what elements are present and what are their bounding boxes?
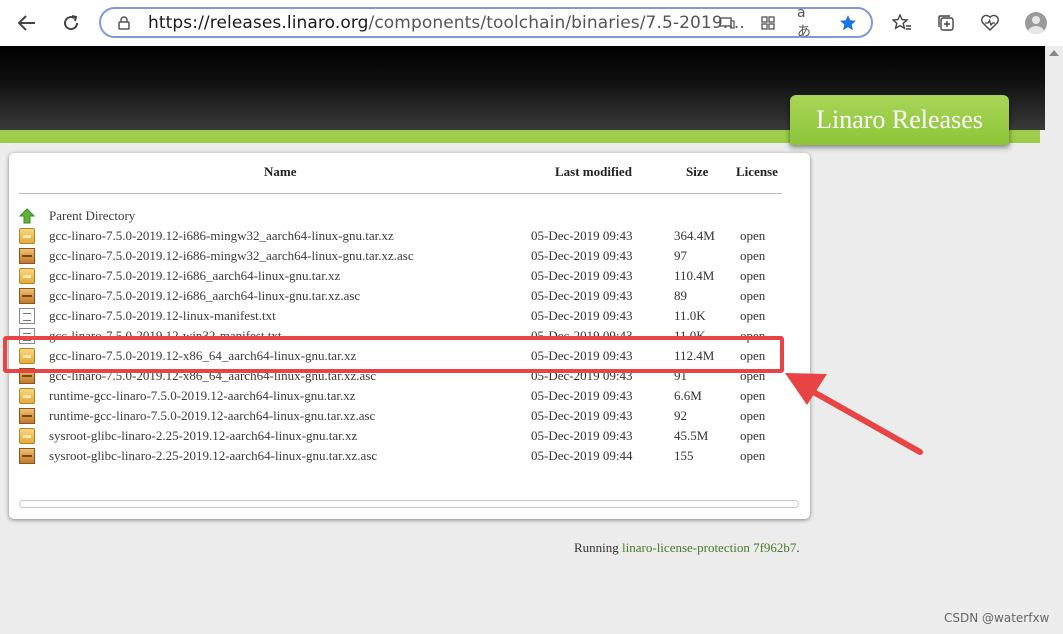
file-size: 45.5M: [674, 428, 709, 443]
file-license: open: [740, 248, 766, 263]
file-license: open: [740, 268, 766, 283]
url-host: https://releases.linaro.org: [148, 13, 369, 33]
highlight-box: [3, 336, 784, 373]
column-header-last-modified[interactable]: Last modified: [555, 164, 632, 180]
url-path: /components/toolchain/binaries/7.5-2019.…: [368, 13, 745, 33]
file-size: 110.4M: [674, 268, 715, 283]
package-icon: [19, 388, 35, 404]
parent-directory-row[interactable]: Parent Directory: [9, 206, 809, 226]
file-name-link[interactable]: gcc-linaro-7.5.0-2019.12-i686-mingw32_aa…: [49, 248, 414, 264]
file-last-modified: 05-Dec-2019 09:43: [531, 248, 633, 263]
file-last-modified: 05-Dec-2019 09:43: [531, 408, 633, 423]
footer-running-text: Running linaro-license-protection 7f962b…: [574, 540, 800, 556]
file-name-link[interactable]: sysroot-glibc-linaro-2.25-2019.12-aarch6…: [49, 428, 357, 444]
file-name-link[interactable]: gcc-linaro-7.5.0-2019.12-i686_aarch64-li…: [49, 268, 340, 284]
file-name-link[interactable]: sysroot-glibc-linaro-2.25-2019.12-aarch6…: [49, 448, 377, 464]
collections-icon[interactable]: [931, 8, 961, 38]
signature-file-icon: [19, 408, 35, 424]
file-last-modified: 05-Dec-2019 09:43: [531, 268, 633, 283]
file-size: 364.4M: [674, 228, 715, 243]
file-name-link[interactable]: runtime-gcc-linaro-7.5.0-2019.12-aarch64…: [49, 408, 375, 424]
text-file-icon: [19, 308, 35, 324]
file-size: 6.6M: [674, 388, 702, 403]
parent-directory-link[interactable]: Parent Directory: [49, 208, 135, 224]
file-license: open: [740, 448, 766, 463]
table-row[interactable]: runtime-gcc-linaro-7.5.0-2019.12-aarch64…: [9, 406, 809, 426]
file-license: open: [740, 428, 766, 443]
column-header-size[interactable]: Size: [686, 164, 708, 180]
apps-grid-icon[interactable]: [757, 12, 779, 34]
file-last-modified: 05-Dec-2019 09:43: [531, 228, 633, 243]
address-bar[interactable]: https://releases.linaro.org/components/t…: [99, 5, 873, 40]
signature-file-icon: [19, 288, 35, 304]
file-name-link[interactable]: gcc-linaro-7.5.0-2019.12-i686_aarch64-li…: [49, 288, 360, 304]
annotation-arrow: [785, 373, 923, 455]
file-last-modified: 05-Dec-2019 09:44: [531, 448, 633, 463]
table-row[interactable]: gcc-linaro-7.5.0-2019.12-i686_aarch64-li…: [9, 266, 809, 286]
device-icon[interactable]: [716, 12, 738, 34]
file-last-modified: 05-Dec-2019 09:43: [531, 308, 633, 323]
header-divider: [19, 193, 782, 194]
file-name-link[interactable]: gcc-linaro-7.5.0-2019.12-linux-manifest.…: [49, 308, 276, 324]
table-row[interactable]: gcc-linaro-7.5.0-2019.12-i686-mingw32_aa…: [9, 226, 809, 246]
file-name-link[interactable]: runtime-gcc-linaro-7.5.0-2019.12-aarch64…: [49, 388, 355, 404]
table-row[interactable]: gcc-linaro-7.5.0-2019.12-linux-manifest.…: [9, 306, 809, 326]
table-row[interactable]: sysroot-glibc-linaro-2.25-2019.12-aarch6…: [9, 446, 809, 466]
package-icon: [19, 428, 35, 444]
package-icon: [19, 268, 35, 284]
file-license: open: [740, 388, 766, 403]
browser-essentials-icon[interactable]: [975, 8, 1005, 38]
footer-prefix: Running: [574, 540, 623, 555]
scroll-up-arrow-icon[interactable]: [1049, 50, 1059, 56]
package-icon: [19, 228, 35, 244]
read-aloud-icon[interactable]: aあ: [797, 5, 819, 40]
favorite-star-icon[interactable]: [837, 12, 859, 34]
table-horizontal-scrollbar[interactable]: [19, 500, 799, 508]
column-header-license[interactable]: License: [736, 164, 778, 180]
footer-link[interactable]: linaro-license-protection 7f962b7: [622, 540, 796, 555]
reload-icon[interactable]: [56, 8, 86, 38]
file-license: open: [740, 228, 766, 243]
table-row[interactable]: sysroot-glibc-linaro-2.25-2019.12-aarch6…: [9, 426, 809, 446]
browser-toolbar: https://releases.linaro.org/components/t…: [0, 0, 1063, 47]
file-license: open: [740, 308, 766, 323]
file-size: 155: [674, 448, 694, 463]
file-last-modified: 05-Dec-2019 09:43: [531, 288, 633, 303]
file-last-modified: 05-Dec-2019 09:43: [531, 388, 633, 403]
linaro-releases-tab[interactable]: Linaro Releases: [790, 95, 1009, 145]
file-license: open: [740, 288, 766, 303]
file-size: 89: [674, 288, 687, 303]
column-header-name[interactable]: Name: [264, 164, 297, 180]
page-scrollbar[interactable]: [1045, 46, 1063, 634]
profile-avatar[interactable]: [1025, 12, 1047, 34]
file-name-link[interactable]: gcc-linaro-7.5.0-2019.12-i686-mingw32_aa…: [49, 228, 394, 244]
table-row[interactable]: gcc-linaro-7.5.0-2019.12-i686-mingw32_aa…: [9, 246, 809, 266]
lock-icon[interactable]: [113, 12, 135, 34]
file-size: 11.0K: [674, 308, 706, 323]
table-row[interactable]: gcc-linaro-7.5.0-2019.12-i686_aarch64-li…: [9, 286, 809, 306]
favorites-icon[interactable]: [887, 8, 917, 38]
file-size: 92: [674, 408, 687, 423]
watermark: CSDN @waterfxw: [944, 611, 1050, 625]
signature-file-icon: [19, 248, 35, 264]
parent-directory-up-arrow-icon: [18, 208, 36, 224]
file-license: open: [740, 408, 766, 423]
file-size: 97: [674, 248, 687, 263]
file-last-modified: 05-Dec-2019 09:43: [531, 428, 633, 443]
footer-suffix: .: [796, 540, 800, 555]
signature-file-icon: [19, 448, 35, 464]
table-row[interactable]: runtime-gcc-linaro-7.5.0-2019.12-aarch64…: [9, 386, 809, 406]
url-text[interactable]: https://releases.linaro.org/components/t…: [148, 13, 745, 33]
back-arrow-icon[interactable]: [12, 8, 42, 38]
